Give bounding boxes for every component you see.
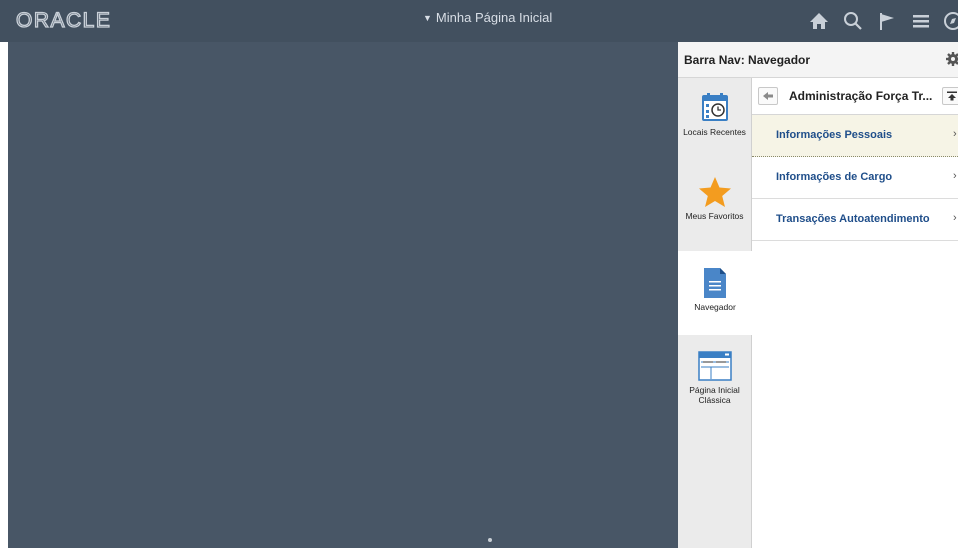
nav-bar-header: Barra Nav: Navegador [678,42,958,78]
back-button[interactable] [758,87,778,105]
top-header: ORACLE ▼ Minha Página Inicial [0,0,958,43]
menu-item-personal-info[interactable]: Informações Pessoais › [752,115,958,157]
arrow-left-icon [763,92,773,100]
menu-item-label: Informações Pessoais [776,129,893,141]
search-icon[interactable] [842,10,864,32]
star-icon [698,177,731,207]
gear-icon[interactable] [945,51,958,67]
tab-label: Meus Favoritos [685,211,744,221]
flag-icon[interactable] [876,10,898,32]
classic-home-icon [697,351,732,381]
page-indicator-dot[interactable] [488,538,492,542]
top-level-button[interactable] [942,87,958,105]
left-edge [0,42,8,548]
tab-label: Navegador [694,302,736,312]
chevron-right-icon: › [953,212,957,224]
breadcrumb: Administração Força Tr... [752,78,958,115]
menu-item-self-service[interactable]: Transações Autoatendimento › [752,199,958,241]
page-title: Minha Página Inicial [435,10,553,25]
calendar-clock-icon [701,93,728,121]
chevron-right-icon: › [953,170,957,182]
tab-recent-places[interactable]: Locais Recentes [678,78,751,162]
nav-bar-panel: Barra Nav: Navegador Locais Recentes Meu… [678,42,958,548]
nav-bar-title: Barra Nav: Navegador [684,53,811,67]
tab-navigator[interactable]: Navegador [678,251,752,335]
tab-classic-home[interactable]: Página Inicial Clássica [678,336,751,420]
navigator-content: Administração Força Tr... Informações Pe… [752,78,958,548]
menu-item-label: Informações de Cargo [776,171,893,183]
caret-down-icon: ▼ [423,12,432,23]
svg-text:ORACLE: ORACLE [16,9,111,31]
breadcrumb-title: Administração Força Tr... [789,89,933,103]
nav-tabs: Locais Recentes Meus Favoritos Navegador [678,78,752,548]
tab-label-line1: Página Inicial [689,385,740,395]
tab-label: Locais Recentes [683,127,746,137]
main-content-area [8,42,678,548]
arrow-to-top-icon [947,91,957,101]
document-icon [704,268,726,298]
menu-item-job-info[interactable]: Informações de Cargo › [752,157,958,199]
menu-item-label: Transações Autoatendimento [776,213,930,225]
compass-icon[interactable] [942,10,958,32]
oracle-logo[interactable]: ORACLE [16,9,134,31]
tab-my-favorites[interactable]: Meus Favoritos [678,162,751,246]
tab-label-line2: Clássica [698,395,731,405]
tab-label: Página Inicial Clássica [689,385,740,405]
home-icon[interactable] [808,10,830,32]
chevron-right-icon: › [953,128,957,140]
menu-icon[interactable] [910,10,932,32]
page-title-dropdown[interactable]: ▼ Minha Página Inicial [423,10,552,25]
